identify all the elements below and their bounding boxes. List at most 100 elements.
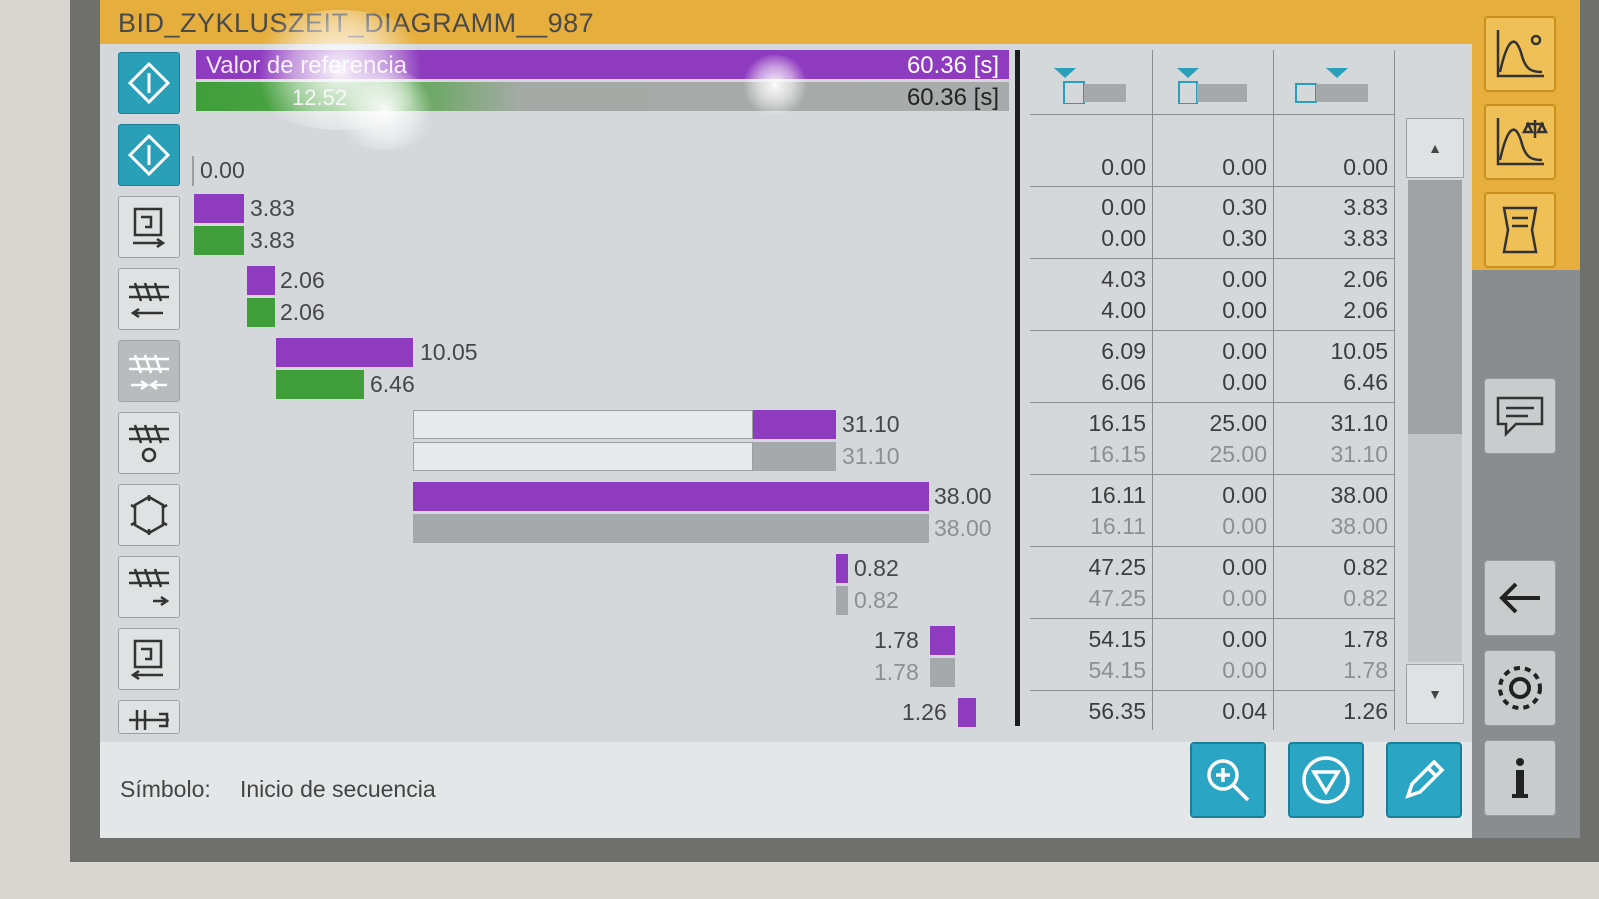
table-cell: 0.00 xyxy=(1101,154,1146,180)
bar-label: 10.05 xyxy=(420,339,478,365)
dosing-icon[interactable] xyxy=(118,412,180,474)
zoom-button[interactable] xyxy=(1190,742,1266,818)
edit-button[interactable] xyxy=(1386,742,1462,818)
reference-value: 60.36 [s] xyxy=(906,52,999,79)
injection-back-icon[interactable] xyxy=(118,268,180,330)
edit-icon xyxy=(1405,759,1445,799)
row-separator xyxy=(1030,402,1395,403)
row-separator xyxy=(1030,114,1395,115)
bar-green xyxy=(276,370,364,399)
bar-label: 38.00 xyxy=(934,483,992,509)
bar-purple xyxy=(836,554,848,583)
table-cell: 0.00 xyxy=(1222,297,1267,323)
table-cell: 6.06 xyxy=(1101,369,1146,395)
bar-label: 31.10 xyxy=(842,411,900,437)
table-cell: 0.00 xyxy=(1222,626,1267,652)
curve-balance-icon xyxy=(1496,118,1548,166)
table-scrollbar[interactable]: ▲ ▼ xyxy=(1406,118,1464,728)
duration-column-icon[interactable] xyxy=(1294,68,1370,104)
bar-label: 1.78 xyxy=(874,627,919,653)
scroll-down-button[interactable]: ▼ xyxy=(1406,664,1464,724)
table-cell: 0.00 xyxy=(1222,369,1267,395)
status-bar: Símbolo: Inicio de secuencia xyxy=(100,742,1472,838)
curve-compare-button[interactable] xyxy=(1484,104,1556,180)
start-time-column-icon[interactable] xyxy=(1052,68,1128,104)
table-cell: 0.30 xyxy=(1222,194,1267,220)
title-bar: BID_ZYKLUSZEIT_DIAGRAMM__987 xyxy=(100,0,1472,44)
bar-label: 31.10 xyxy=(842,443,900,469)
back-button[interactable] xyxy=(1484,560,1556,636)
info-button[interactable] xyxy=(1484,740,1556,816)
document-button[interactable] xyxy=(1484,192,1556,268)
scroll-thumb[interactable] xyxy=(1408,180,1462,434)
bar-label: 6.46 xyxy=(370,371,415,397)
row-separator xyxy=(1030,474,1395,475)
row-separator xyxy=(1030,546,1395,547)
bar-label: 3.83 xyxy=(250,227,295,253)
bar-gray xyxy=(930,658,955,687)
table-cell: 31.10 xyxy=(1330,441,1388,467)
table-cell: 0.00 xyxy=(1222,585,1267,611)
table-cell: 16.11 xyxy=(1090,482,1146,508)
row-separator xyxy=(1030,690,1395,691)
bar-gray xyxy=(836,586,848,615)
bar-purple xyxy=(194,194,244,223)
reference-bar-purple: Valor de referencia 60.36 [s] xyxy=(196,50,1009,79)
injection-icon[interactable] xyxy=(118,340,180,402)
bar-label: 1.78 xyxy=(874,659,919,685)
row-separator xyxy=(1030,186,1395,187)
table-cell: 0.00 xyxy=(1222,338,1267,364)
cooling-icon[interactable] xyxy=(118,484,180,546)
bar-gray xyxy=(753,442,836,471)
sequence-start-icon[interactable] xyxy=(118,124,180,186)
table-cell: 2.06 xyxy=(1343,297,1388,323)
table-cell: 47.25 xyxy=(1088,554,1146,580)
table-cell: 0.00 xyxy=(1222,657,1267,683)
table-cell: 0.00 xyxy=(1222,482,1267,508)
reference-bar-actual: 12.52 60.36 [s] xyxy=(196,82,1009,111)
table-cell: 1.78 xyxy=(1343,657,1388,683)
comment-button[interactable] xyxy=(1484,378,1556,454)
mold-close-icon[interactable] xyxy=(118,196,180,258)
table-cell: 56.35 xyxy=(1088,698,1146,724)
filter-button[interactable] xyxy=(1288,742,1364,818)
bezel-bottom xyxy=(0,862,1599,899)
info-icon xyxy=(1512,758,1528,798)
zoom-in-icon xyxy=(1207,759,1250,802)
table-cell: 0.00 xyxy=(1222,554,1267,580)
settings-button[interactable] xyxy=(1484,650,1556,726)
table-cell: 3.83 xyxy=(1343,194,1388,220)
comment-icon xyxy=(1496,396,1544,438)
table-cell: 25.00 xyxy=(1209,410,1267,436)
table-cell: 54.15 xyxy=(1088,626,1146,652)
bar-green xyxy=(247,298,275,327)
table-cell: 54.15 xyxy=(1088,657,1146,683)
decompression-icon[interactable] xyxy=(118,556,180,618)
zero-marker xyxy=(192,156,194,186)
column-separator xyxy=(1394,50,1395,730)
document-icon xyxy=(1502,206,1538,254)
bar-label: 0.00 xyxy=(200,157,245,183)
hmi-screen: BID_ZYKLUSZEIT_DIAGRAMM__987 Valor de re… xyxy=(100,0,1580,838)
time-table: 0.00 0.00 0.00 0.00 0.30 3.83 0.00 0.30 … xyxy=(1030,50,1395,730)
scroll-up-button[interactable]: ▲ xyxy=(1406,118,1464,178)
table-cell: 2.06 xyxy=(1343,266,1388,292)
reference-start-icon[interactable] xyxy=(118,52,180,114)
ejector-icon[interactable] xyxy=(118,700,180,734)
table-cell: 31.10 xyxy=(1330,410,1388,436)
bar-wait-outline xyxy=(413,410,753,439)
table-cell: 0.00 xyxy=(1222,266,1267,292)
table-cell: 0.30 xyxy=(1222,225,1267,251)
curve-icon xyxy=(1496,30,1544,78)
table-cell: 16.15 xyxy=(1088,410,1146,436)
curve-button[interactable] xyxy=(1484,16,1556,92)
bar-purple xyxy=(276,338,413,367)
bar-gray xyxy=(413,514,929,543)
filter-icon xyxy=(1302,756,1350,804)
bar-wait-outline xyxy=(413,442,753,471)
wait-time-column-icon[interactable] xyxy=(1173,68,1249,104)
table-cell: 0.04 xyxy=(1222,698,1267,724)
bar-label: 1.26 xyxy=(902,699,947,725)
bar-purple xyxy=(930,626,955,655)
mold-open-icon[interactable] xyxy=(118,628,180,690)
